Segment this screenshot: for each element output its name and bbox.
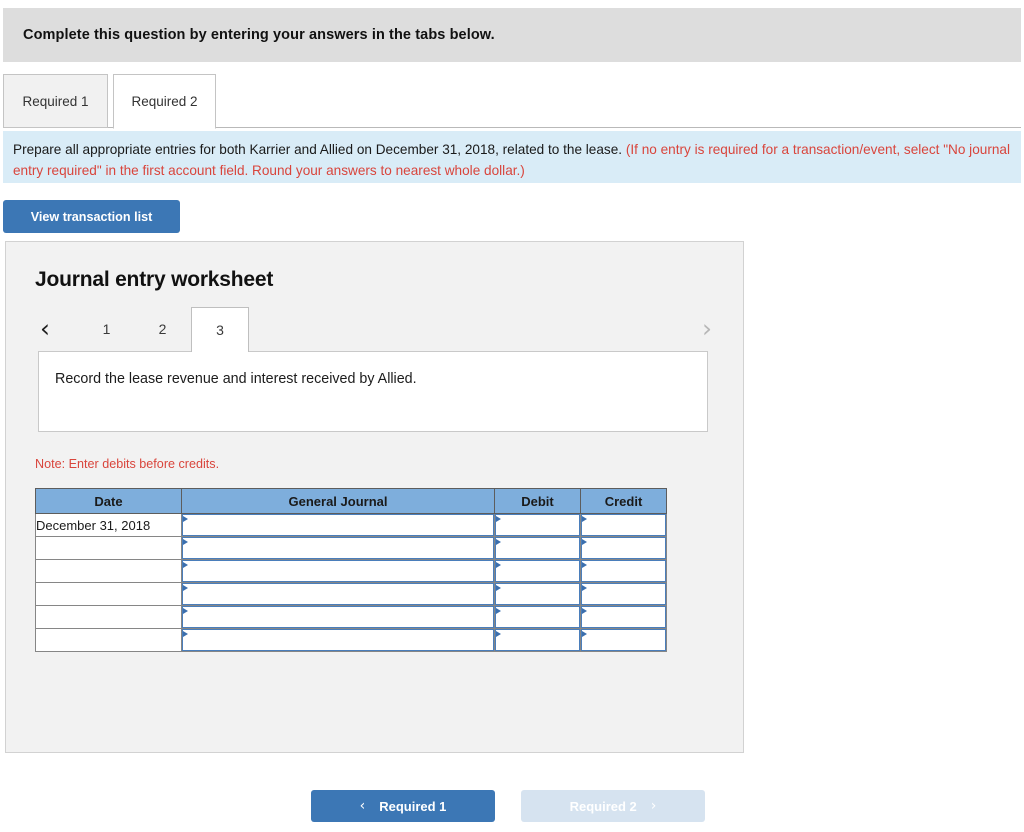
cell-date[interactable] (35, 559, 182, 583)
nav-next-required-2-button: Required 2 › (521, 790, 705, 822)
credit-input[interactable] (581, 583, 666, 605)
cell-credit[interactable] (580, 605, 667, 629)
credit-input[interactable] (581, 560, 666, 582)
cell-date[interactable] (35, 536, 182, 560)
worksheet-description-box: Record the lease revenue and interest re… (38, 351, 708, 432)
account-select[interactable] (182, 537, 494, 559)
cell-debit[interactable] (494, 536, 581, 560)
view-transaction-list-label: View transaction list (30, 209, 153, 224)
table-row (35, 582, 667, 606)
view-transaction-list-button[interactable]: View transaction list (3, 200, 180, 233)
column-header-credit: Credit (580, 488, 667, 514)
tab-required-1[interactable]: Required 1 (3, 74, 108, 128)
column-header-date: Date (35, 488, 182, 514)
account-select[interactable] (182, 606, 494, 628)
cell-credit[interactable] (580, 513, 667, 537)
tab-required-2-label: Required 2 (131, 94, 198, 109)
requirement-tabstrip: Required 1 Required 2 (3, 74, 1021, 129)
cell-general-journal[interactable] (181, 536, 495, 560)
cell-debit[interactable] (494, 513, 581, 537)
journal-entry-worksheet-panel: Journal entry worksheet ‹ 1 2 3 › Record… (5, 241, 744, 753)
table-row (35, 628, 667, 652)
cell-date[interactable]: December 31, 2018 (35, 513, 182, 537)
cell-credit[interactable] (580, 582, 667, 606)
account-select[interactable] (182, 583, 494, 605)
tab-required-2[interactable]: Required 2 (113, 74, 216, 129)
debit-input[interactable] (495, 560, 580, 582)
worksheet-pager: ‹ 1 2 3 › (35, 307, 716, 352)
cell-debit[interactable] (494, 605, 581, 629)
table-row (35, 536, 667, 560)
cell-general-journal[interactable] (181, 605, 495, 629)
debit-input[interactable] (495, 514, 580, 536)
cell-general-journal[interactable] (181, 628, 495, 652)
credit-input[interactable] (581, 629, 666, 651)
column-header-general-journal: General Journal (181, 488, 495, 514)
nav-prev-label: Required 1 (379, 798, 447, 814)
page-root: Complete this question by entering your … (0, 0, 1024, 832)
cell-credit[interactable] (580, 628, 667, 652)
worksheet-page-3-selected[interactable]: 3 (191, 307, 249, 352)
cell-date[interactable] (35, 628, 182, 652)
cell-debit[interactable] (494, 582, 581, 606)
table-header-row: Date General Journal Debit Credit (35, 488, 667, 514)
column-header-debit: Debit (494, 488, 581, 514)
table-row (35, 559, 667, 583)
table-row (35, 605, 667, 629)
instruction-main-text: Prepare all appropriate entries for both… (13, 142, 623, 157)
journal-entry-table: Date General Journal Debit Credit Decemb… (35, 488, 667, 652)
cell-general-journal[interactable] (181, 559, 495, 583)
page-title: Complete this question by entering your … (23, 27, 495, 43)
debit-input[interactable] (495, 537, 580, 559)
debit-input[interactable] (495, 606, 580, 628)
worksheet-page-1[interactable]: 1 (79, 307, 134, 351)
chevron-right-icon: › (650, 798, 657, 814)
credit-input[interactable] (581, 537, 666, 559)
chevron-right-icon: › (702, 314, 712, 343)
cell-date[interactable] (35, 582, 182, 606)
cell-date[interactable] (35, 605, 182, 629)
nav-next-label: Required 2 (569, 798, 637, 814)
worksheet-title: Journal entry worksheet (35, 268, 274, 291)
debits-before-credits-note: Note: Enter debits before credits. (35, 457, 220, 471)
tab-required-1-label: Required 1 (22, 93, 89, 109)
instruction-banner: Prepare all appropriate entries for both… (3, 131, 1021, 183)
worksheet-page-2[interactable]: 2 (135, 307, 190, 351)
credit-input[interactable] (581, 606, 666, 628)
cell-credit[interactable] (580, 536, 667, 560)
account-select[interactable] (182, 514, 494, 536)
cell-debit[interactable] (494, 628, 581, 652)
cell-debit[interactable] (494, 559, 581, 583)
chevron-left-icon[interactable]: ‹ (40, 309, 50, 349)
question-header-bar: Complete this question by entering your … (3, 8, 1021, 62)
credit-input[interactable] (581, 514, 666, 536)
nav-prev-required-1-button[interactable]: ‹ Required 1 (311, 790, 495, 822)
chevron-left-icon: ‹ (359, 798, 366, 814)
debit-input[interactable] (495, 583, 580, 605)
cell-credit[interactable] (580, 559, 667, 583)
cell-general-journal[interactable] (181, 582, 495, 606)
account-select[interactable] (182, 629, 494, 651)
cell-general-journal[interactable] (181, 513, 495, 537)
worksheet-description-text: Record the lease revenue and interest re… (55, 371, 417, 387)
account-select[interactable] (182, 560, 494, 582)
table-row: December 31, 2018 (35, 513, 667, 537)
debit-input[interactable] (495, 629, 580, 651)
